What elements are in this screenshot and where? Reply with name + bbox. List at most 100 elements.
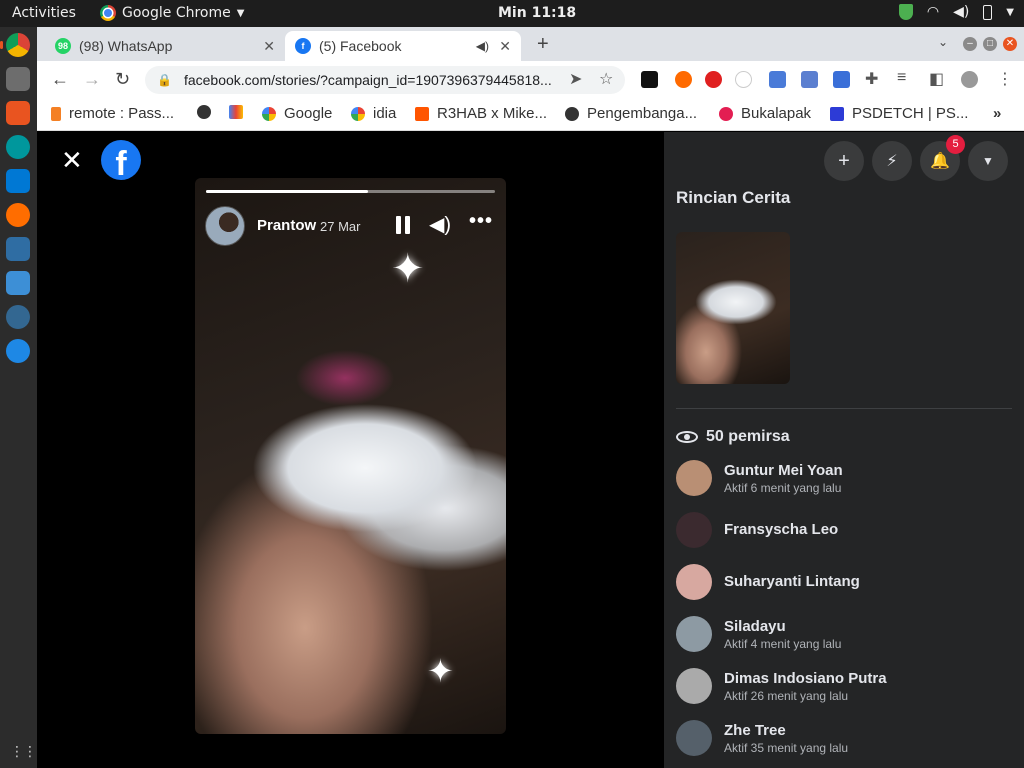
google-icon bbox=[351, 106, 365, 121]
stackoverflow-icon bbox=[51, 106, 61, 121]
viewer-name[interactable]: Fransyscha Leo bbox=[724, 521, 838, 538]
avatar[interactable] bbox=[676, 720, 712, 756]
story-thumbnail[interactable] bbox=[676, 232, 790, 384]
extension-icon[interactable] bbox=[801, 71, 818, 88]
url-text[interactable]: facebook.com/stories/?campaign_id=190739… bbox=[184, 72, 564, 88]
chrome-launcher-icon[interactable] bbox=[6, 33, 30, 57]
volume-icon[interactable]: ◀) bbox=[429, 212, 451, 237]
send-icon[interactable]: ➤ bbox=[569, 69, 582, 89]
account-menu-button[interactable]: ▼ bbox=[968, 141, 1008, 181]
create-button[interactable]: + bbox=[824, 141, 864, 181]
arduino-launcher-icon[interactable] bbox=[6, 135, 30, 159]
puzzle-icon[interactable]: ✚ bbox=[865, 69, 878, 89]
google-icon bbox=[262, 106, 276, 121]
postgres-launcher-icon[interactable] bbox=[6, 305, 30, 329]
viewer-name[interactable]: Zhe Tree bbox=[724, 722, 786, 739]
facebook-icon: f bbox=[295, 38, 311, 54]
software-launcher-icon[interactable] bbox=[6, 101, 30, 125]
story-author[interactable]: Prantow bbox=[257, 217, 316, 234]
divider bbox=[676, 408, 1012, 409]
lock-icon[interactable]: 🔒 bbox=[157, 73, 172, 87]
address-bar[interactable]: 🔒 facebook.com/stories/?campaign_id=1907… bbox=[145, 66, 625, 94]
activities-button[interactable]: Activities bbox=[12, 5, 76, 21]
media-icon[interactable]: ≡ bbox=[897, 69, 906, 87]
profile-avatar[interactable] bbox=[961, 71, 978, 88]
speaker-icon[interactable]: ◀) bbox=[476, 39, 489, 53]
new-tab-button[interactable]: + bbox=[537, 33, 549, 56]
gmail-icon bbox=[229, 105, 243, 119]
avatar[interactable] bbox=[676, 460, 712, 496]
panel-title: Rincian Cerita bbox=[676, 188, 791, 207]
maximize-button[interactable]: □ bbox=[983, 37, 997, 51]
story-date: 27 Mar bbox=[320, 219, 361, 234]
extension-icon[interactable] bbox=[705, 71, 722, 88]
viewer-row[interactable]: Dimas Indosiano Putra Aktif 26 menit yan… bbox=[676, 668, 1012, 708]
thunderbird-launcher-icon[interactable] bbox=[6, 339, 30, 363]
close-tab-icon[interactable]: ✕ bbox=[499, 38, 511, 55]
tab-search-icon[interactable]: ⌄ bbox=[938, 35, 948, 49]
close-tab-icon[interactable]: ✕ bbox=[263, 38, 275, 55]
avatar[interactable] bbox=[676, 616, 712, 652]
viewer-name[interactable]: Siladayu bbox=[724, 618, 786, 635]
back-button[interactable]: ← bbox=[51, 69, 69, 90]
clock[interactable]: Min 11:18 bbox=[498, 5, 576, 21]
bookmark-star-icon[interactable]: ☆ bbox=[599, 69, 613, 89]
side-panel-icon[interactable]: ◧ bbox=[929, 69, 944, 89]
wifi-icon[interactable]: ◠ bbox=[927, 4, 939, 20]
bookmarks-overflow-button[interactable]: » bbox=[993, 105, 1001, 122]
tab-whatsapp[interactable]: 98 (98) WhatsApp ✕ bbox=[45, 31, 285, 61]
viewer-row[interactable]: Suharyanti Lintang bbox=[676, 564, 1012, 604]
close-icon[interactable]: ✕ bbox=[61, 146, 83, 174]
bookmark-item[interactable]: Google bbox=[262, 105, 332, 122]
extension-icon[interactable] bbox=[675, 71, 692, 88]
json-extension-icon[interactable] bbox=[735, 71, 752, 88]
minimize-button[interactable]: – bbox=[963, 37, 977, 51]
extension-icon[interactable] bbox=[769, 71, 786, 88]
messenger-icon[interactable]: ⚡ bbox=[872, 141, 912, 181]
virtualbox-launcher-icon[interactable] bbox=[6, 271, 30, 295]
bookmark-item[interactable]: Pengembanga... bbox=[565, 105, 697, 122]
viewer-row[interactable]: Fransyscha Leo bbox=[676, 512, 1012, 552]
db-launcher-icon[interactable] bbox=[6, 237, 30, 261]
bookmark-item[interactable]: PSDETCH | PS... bbox=[830, 105, 968, 122]
postman-launcher-icon[interactable] bbox=[6, 203, 30, 227]
battery-icon[interactable] bbox=[983, 4, 993, 20]
avatar[interactable] bbox=[676, 668, 712, 704]
system-tray[interactable]: ◠ ◀) ▼ bbox=[898, 4, 1014, 20]
vscode-launcher-icon[interactable] bbox=[6, 169, 30, 193]
bookmark-label: Pengembanga... bbox=[587, 105, 698, 122]
viewer-name[interactable]: Guntur Mei Yoan bbox=[724, 462, 843, 479]
extension-icon[interactable] bbox=[833, 71, 850, 88]
viewer-row[interactable]: Zhe Tree Aktif 35 menit yang lalu bbox=[676, 720, 1012, 760]
files-launcher-icon[interactable] bbox=[6, 67, 30, 91]
viewer-name[interactable]: Suharyanti Lintang bbox=[724, 573, 860, 590]
extension-icon[interactable] bbox=[641, 71, 658, 88]
forward-button[interactable]: → bbox=[83, 69, 101, 90]
story-card[interactable]: Prantow 27 Mar ◀) ••• ✦ ✦ bbox=[195, 178, 506, 734]
avatar[interactable] bbox=[676, 512, 712, 548]
volume-icon[interactable]: ◀) bbox=[953, 4, 969, 20]
facebook-logo[interactable]: f bbox=[101, 140, 141, 183]
bookmarks-bar: remote : Pass... Google idia R3HAB x Mik… bbox=[37, 99, 1024, 131]
tab-facebook[interactable]: f (5) Facebook ◀) ✕ bbox=[285, 31, 521, 61]
more-options-button[interactable]: ••• bbox=[469, 210, 493, 233]
bookmark-item[interactable]: R3HAB x Mike... bbox=[415, 105, 547, 122]
pause-button[interactable] bbox=[395, 216, 411, 234]
avatar[interactable] bbox=[676, 564, 712, 600]
bookmark-item[interactable] bbox=[229, 105, 243, 119]
tab-title: (5) Facebook bbox=[319, 38, 402, 54]
app-menu[interactable]: Google Chrome ▼ bbox=[100, 5, 244, 21]
viewer-row[interactable]: Siladayu Aktif 4 menit yang lalu bbox=[676, 616, 1012, 656]
avatar[interactable] bbox=[205, 206, 245, 246]
bookmark-item[interactable]: Bukalapak bbox=[719, 105, 811, 122]
bookmark-item[interactable] bbox=[197, 105, 211, 119]
menu-icon[interactable]: ⋮ bbox=[997, 69, 1013, 89]
bookmark-item[interactable]: remote : Pass... bbox=[51, 105, 174, 122]
chevron-down-icon[interactable]: ▼ bbox=[1006, 7, 1014, 18]
bookmark-item[interactable]: idia bbox=[351, 105, 396, 122]
reload-button[interactable]: ↻ bbox=[115, 69, 130, 90]
viewer-row[interactable]: Guntur Mei Yoan Aktif 6 menit yang lalu bbox=[676, 460, 1012, 500]
close-window-button[interactable]: ✕ bbox=[1003, 37, 1017, 51]
viewer-name[interactable]: Dimas Indosiano Putra bbox=[724, 670, 887, 687]
shield-icon[interactable] bbox=[898, 4, 913, 20]
